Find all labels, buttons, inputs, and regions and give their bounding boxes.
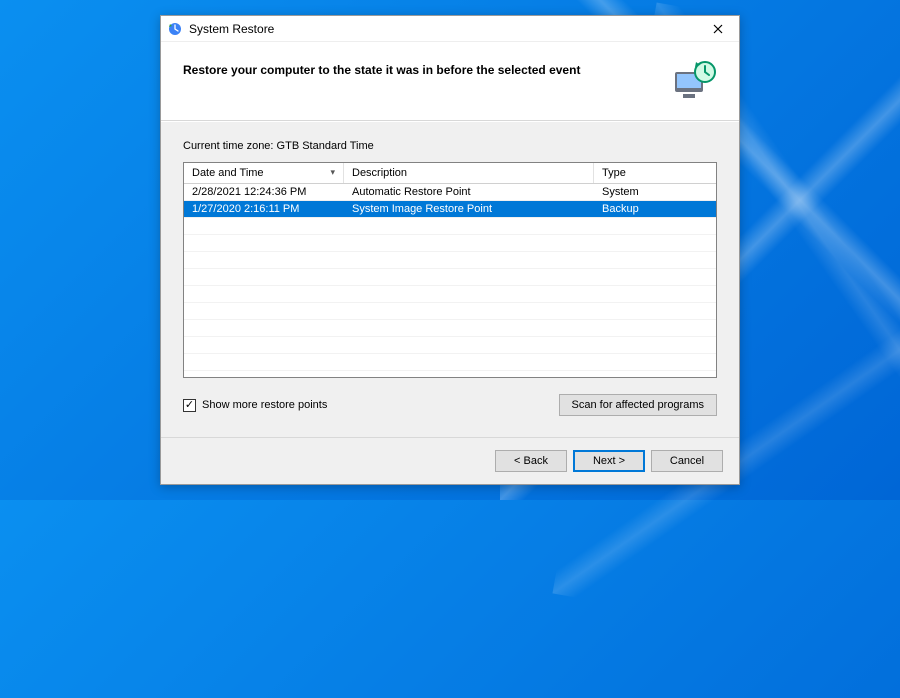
show-more-restore-points-checkbox[interactable]: ✓ Show more restore points	[183, 399, 327, 412]
column-header-date-label: Date and Time	[192, 167, 264, 179]
close-button[interactable]	[703, 19, 733, 39]
close-icon	[713, 24, 723, 34]
back-button[interactable]: < Back	[495, 450, 567, 472]
system-restore-window: System Restore Restore your computer to …	[160, 15, 740, 485]
timezone-label: Current time zone: GTB Standard Time	[183, 140, 717, 152]
wizard-footer: < Back Next > Cancel	[161, 437, 739, 484]
system-restore-icon	[167, 21, 183, 37]
checkbox-icon: ✓	[183, 399, 196, 412]
cell-type: System	[594, 184, 716, 200]
table-row[interactable]: 1/27/2020 2:16:11 PMSystem Image Restore…	[184, 201, 716, 218]
titlebar: System Restore	[161, 16, 739, 42]
wizard-content: Current time zone: GTB Standard Time Dat…	[161, 121, 739, 437]
scan-affected-programs-button[interactable]: Scan for affected programs	[559, 394, 717, 416]
cell-desc: Automatic Restore Point	[344, 184, 594, 200]
cell-desc: System Image Restore Point	[344, 201, 594, 217]
next-button[interactable]: Next >	[573, 450, 645, 472]
wizard-heading: Restore your computer to the state it wa…	[183, 58, 659, 79]
cell-date: 1/27/2020 2:16:11 PM	[184, 201, 344, 217]
restore-wizard-icon	[669, 58, 717, 106]
cell-date: 2/28/2021 12:24:36 PM	[184, 184, 344, 200]
list-body: 2/28/2021 12:24:36 PMAutomatic Restore P…	[184, 184, 716, 377]
cell-type: Backup	[594, 201, 716, 217]
column-header-type[interactable]: Type	[594, 163, 716, 183]
sort-desc-icon: ▾	[330, 167, 335, 178]
list-header: Date and Time ▾ Description Type	[184, 163, 716, 184]
table-row[interactable]: 2/28/2021 12:24:36 PMAutomatic Restore P…	[184, 184, 716, 201]
restore-points-list: Date and Time ▾ Description Type 2/28/20…	[183, 162, 717, 378]
cancel-button[interactable]: Cancel	[651, 450, 723, 472]
column-header-date[interactable]: Date and Time ▾	[184, 163, 344, 183]
wizard-header: Restore your computer to the state it wa…	[161, 42, 739, 121]
column-header-description[interactable]: Description	[344, 163, 594, 183]
show-more-label: Show more restore points	[202, 399, 327, 411]
window-title: System Restore	[189, 22, 703, 36]
